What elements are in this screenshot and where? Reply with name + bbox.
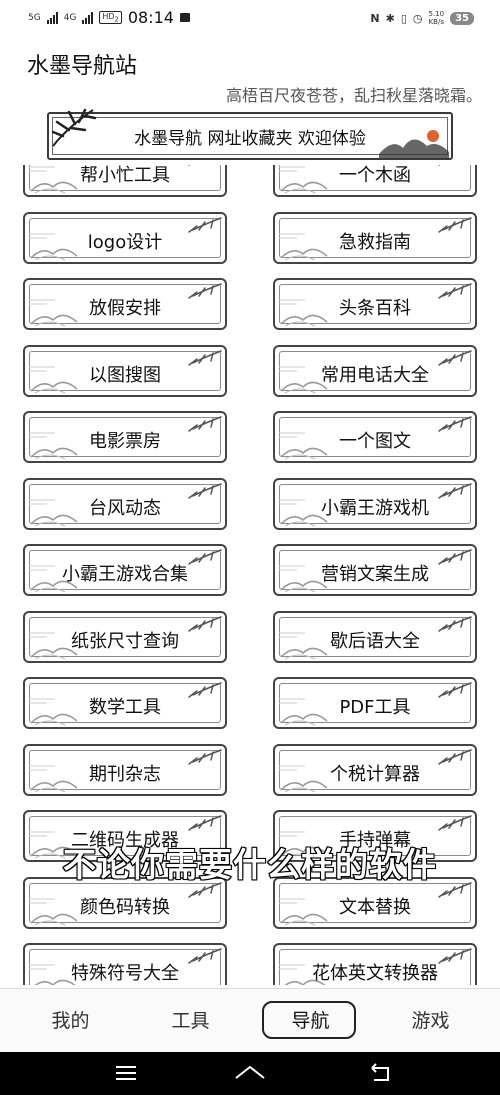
- nav-tile-label: 以图搜图: [89, 364, 161, 386]
- vibrate-icon: ▯: [400, 11, 407, 25]
- nav-tile-label: 纸张尺寸查询: [71, 630, 179, 652]
- bluetooth-icon: ✱: [385, 11, 395, 25]
- nav-tile-label: 帮小忙工具: [80, 165, 170, 186]
- tab-games[interactable]: 游戏: [368, 989, 493, 1053]
- nav-tile[interactable]: 特殊符号大全: [23, 943, 227, 985]
- nav-tile-label: 电影票房: [89, 431, 161, 452]
- tab-navigation[interactable]: 导航: [248, 989, 373, 1053]
- speed-unit: KB/s: [428, 18, 444, 26]
- nav-tile[interactable]: 纸张尺寸查询: [23, 610, 227, 663]
- nav-tile[interactable]: 一个木函: [273, 165, 477, 197]
- status-bar: 5G 4G HD2 08:14 N ✱ ▯ ◷ 5.10 KB/s 35: [0, 0, 500, 38]
- nav-tile-label: 放假安排: [89, 298, 161, 319]
- page-title: 水墨导航站: [27, 54, 138, 79]
- nav-tile[interactable]: 小霸王游戏机: [273, 477, 477, 530]
- nfc-icon: N: [370, 11, 380, 25]
- nav-tile-label: 歇后语大全: [330, 630, 420, 652]
- nav-tile[interactable]: 数学工具: [23, 677, 227, 729]
- clock: 08:14: [127, 8, 174, 27]
- nav-tile-label: 小霸王游戏机: [321, 497, 429, 519]
- nav-tile-label: 头条百科: [339, 298, 411, 319]
- nav-tile-label: logo设计: [87, 231, 163, 253]
- nav-tile[interactable]: 小霸王游戏合集: [23, 544, 227, 596]
- nav-tile-label: 特殊符号大全: [71, 963, 179, 984]
- tab-games-label: 游戏: [411, 1010, 450, 1032]
- nav-tile-label: 颜色码转换: [80, 896, 170, 918]
- nav-tile[interactable]: 急救指南: [273, 211, 477, 264]
- tab-navigation-label: 导航: [291, 1010, 330, 1032]
- nav-tile[interactable]: 花体英文转换器: [273, 943, 477, 985]
- nav-tile[interactable]: 营销文案生成: [273, 544, 477, 596]
- network-5g-label: 5G: [28, 12, 41, 23]
- status-left: 5G 4G HD2 08:14: [28, 8, 190, 27]
- tab-tools[interactable]: 工具: [128, 989, 253, 1053]
- nav-tile[interactable]: 个税计算器: [273, 743, 477, 796]
- nav-tile-label: 急救指南: [339, 231, 411, 253]
- nav-tile-label: 一个图文: [339, 431, 411, 452]
- nav-tile-label: 数学工具: [89, 697, 161, 718]
- battery-icon: 35: [450, 11, 474, 25]
- signal-icon: [46, 11, 58, 24]
- status-right: N ✱ ▯ ◷ 5.10 KB/s 35: [370, 10, 474, 26]
- nav-tile-label: 小霸王游戏合集: [62, 564, 188, 585]
- nav-tile[interactable]: 常用电话大全: [273, 344, 477, 397]
- video-subtitle: 不论你需要什么样的软件: [62, 844, 437, 885]
- back-icon[interactable]: [360, 1060, 400, 1086]
- nav-tile[interactable]: 帮小忙工具: [23, 165, 227, 197]
- welcome-banner: 水墨导航 网址收藏夹 欢迎体验: [47, 108, 453, 160]
- network-4g-label: 4G: [63, 12, 77, 23]
- nav-tile[interactable]: 一个图文: [273, 411, 477, 463]
- nav-tile[interactable]: PDF工具: [273, 677, 477, 729]
- tab-mine-label: 我的: [51, 1010, 90, 1032]
- nav-tile[interactable]: 以图搜图: [23, 344, 227, 397]
- nav-tile[interactable]: logo设计: [23, 211, 227, 264]
- system-nav-bar: [0, 1052, 500, 1095]
- hd-sub-label: 2: [114, 15, 119, 24]
- nav-tile-label: 期刊杂志: [89, 763, 161, 785]
- nav-tile[interactable]: 台风动态: [23, 477, 227, 530]
- network-speed: 5.10 KB/s: [428, 10, 444, 26]
- nav-tile-label: 台风动态: [89, 497, 161, 519]
- nav-tile-label: PDF工具: [339, 697, 411, 718]
- nav-tile[interactable]: 电影票房: [23, 411, 227, 463]
- menu-icon[interactable]: [106, 1060, 146, 1086]
- hd-badge: HD2: [99, 10, 122, 25]
- nav-tile-label: 个税计算器: [330, 763, 420, 785]
- alarm-icon: ◷: [412, 11, 423, 25]
- speed-value: 5.10: [428, 10, 445, 18]
- nav-tile-label: 一个木函: [339, 165, 411, 186]
- nav-tile[interactable]: 歇后语大全: [273, 610, 477, 663]
- bottom-tab-bar: 我的 工具 导航 游戏: [0, 988, 500, 1053]
- banner-text: 水墨导航 网址收藏夹 欢迎体验: [134, 129, 366, 149]
- app-notification-icon: [179, 13, 190, 22]
- nav-tile-label: 常用电话大全: [321, 364, 429, 386]
- home-icon[interactable]: [230, 1060, 270, 1086]
- nav-tile-label: 文本替换: [339, 896, 411, 918]
- nav-tile-label: 营销文案生成: [321, 564, 429, 585]
- hd-label: HD: [102, 11, 115, 21]
- nav-tile[interactable]: 期刊杂志: [23, 743, 227, 796]
- tab-tools-label: 工具: [171, 1010, 210, 1032]
- nav-tile[interactable]: 头条百科: [273, 278, 477, 330]
- slogan-text: 高梧百尺夜苍苍，乱扫秋星落晓霜。: [225, 86, 482, 105]
- nav-tile-label: 花体英文转换器: [312, 963, 438, 984]
- nav-tile[interactable]: 放假安排: [23, 278, 227, 330]
- signal-icon-2: [82, 11, 94, 24]
- tab-mine[interactable]: 我的: [8, 989, 133, 1053]
